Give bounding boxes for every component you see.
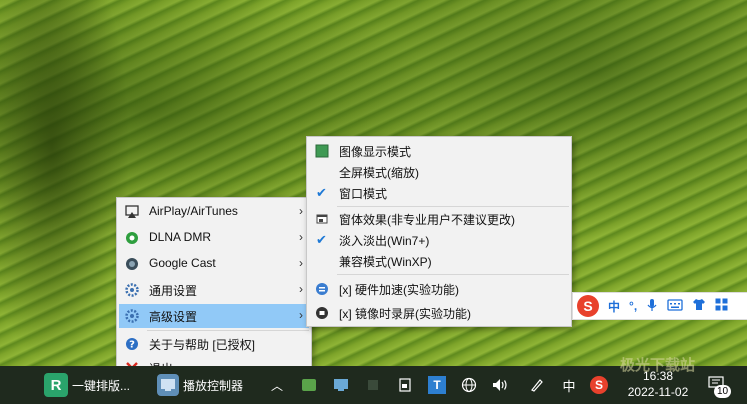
dlna-icon: [124, 230, 139, 245]
window-effect-icon: [314, 211, 329, 226]
tray-app-icon-monitor[interactable]: [332, 376, 350, 394]
taskbar-app-typesetting[interactable]: R 一键排版...: [44, 366, 130, 404]
grid-icon[interactable]: [715, 298, 728, 314]
tray-t-icon[interactable]: T: [428, 376, 446, 394]
tray-app-icon-dim[interactable]: [364, 376, 382, 394]
submenu-item-record-mirror[interactable]: [x] 镜像时录屏(实验功能): [309, 301, 569, 325]
chevron-right-icon: ›: [299, 282, 303, 296]
menu-item-about-help[interactable]: ? 关于与帮助 [已授权]: [119, 332, 309, 356]
tray-app-icon-doc[interactable]: [396, 376, 414, 394]
tray-context-menu: AirPlay/AirTunes › DLNA DMR › Google Cas…: [116, 197, 312, 380]
taskbar-app-label: 播放控制器: [183, 378, 244, 393]
submenu-item-label: 窗口模式: [339, 187, 388, 201]
menu-item-google-cast[interactable]: Google Cast ›: [119, 252, 309, 276]
wallpaper-trees: [0, 0, 130, 366]
checkmark-icon: ✔: [316, 184, 327, 200]
submenu-item-window-mode[interactable]: ✔ 窗口模式: [309, 181, 569, 205]
submenu-item-hardware-accel[interactable]: [x] 硬件加速(实验功能): [309, 277, 569, 301]
menu-item-label: 通用设置: [149, 284, 198, 298]
gear-icon: [124, 282, 139, 297]
ime-toolbar: S 中 °,: [572, 292, 747, 320]
chevron-right-icon: ›: [299, 230, 303, 244]
submenu-item-label: 窗体效果(非专业用户不建议更改): [339, 213, 515, 227]
hardware-accel-icon: [314, 281, 329, 296]
chevron-right-icon: ›: [299, 256, 303, 270]
menu-item-label: Google Cast: [149, 256, 216, 270]
advanced-settings-submenu: 图像显示模式 全屏模式(缩放) ✔ 窗口模式 窗体效果(非专业用户不建议更改) …: [306, 136, 572, 327]
shirt-icon[interactable]: [692, 298, 706, 314]
clock-date: 2022-11-02: [627, 385, 689, 399]
submenu-item-label: 淡入淡出(Win7+): [339, 234, 430, 248]
airplay-icon: [124, 204, 139, 219]
menu-item-label: 关于与帮助 [已授权]: [149, 338, 256, 352]
chevron-right-icon: ›: [299, 308, 303, 322]
advanced-gear-icon: [124, 308, 139, 323]
player-app-icon: [157, 374, 179, 396]
image-mode-icon: [314, 143, 329, 158]
taskbar-app-label: 一键排版...: [72, 378, 131, 393]
help-icon: ?: [124, 336, 139, 351]
svg-text:?: ?: [129, 339, 135, 350]
site-watermark: 极光下载站: [620, 357, 696, 374]
notification-count-badge: 10: [714, 385, 732, 398]
submenu-item-label: 全屏模式(缩放): [339, 166, 419, 180]
mic-icon[interactable]: [646, 298, 658, 315]
menu-item-label: DLNA DMR: [149, 230, 212, 244]
input-language-indicator[interactable]: 中: [560, 376, 578, 394]
chevron-right-icon: ›: [299, 204, 303, 218]
record-icon: [314, 305, 329, 320]
menu-item-label: AirPlay/AirTunes: [149, 204, 238, 218]
menu-item-label: 高级设置: [149, 310, 198, 324]
ime-punct-toggle[interactable]: °,: [629, 299, 637, 313]
menu-item-general-settings[interactable]: 通用设置 ›: [119, 278, 309, 302]
menu-separator: [147, 330, 309, 331]
keyboard-icon[interactable]: [667, 298, 683, 314]
pen-icon[interactable]: [528, 376, 546, 394]
taskbar-app-player-controller[interactable]: 播放控制器: [157, 366, 243, 404]
submenu-item-label: [x] 硬件加速(实验功能): [339, 283, 459, 297]
typesetting-app-icon: R: [44, 373, 68, 397]
menu-item-airplay[interactable]: AirPlay/AirTunes ›: [119, 200, 309, 224]
menu-separator: [337, 274, 569, 275]
chevron-up-icon[interactable]: ︿: [268, 376, 286, 394]
volume-icon[interactable]: [492, 376, 510, 394]
network-globe-icon[interactable]: [460, 376, 478, 394]
tray-app-icon-green[interactable]: [300, 376, 318, 394]
menu-item-advanced-settings[interactable]: 高级设置 ›: [119, 304, 309, 328]
submenu-item-label: 图像显示模式: [339, 145, 412, 159]
submenu-item-label: 兼容模式(WinXP): [339, 255, 432, 269]
checkmark-icon: ✔: [316, 231, 327, 247]
ime-lang-toggle[interactable]: 中: [608, 298, 620, 315]
menu-item-dlna[interactable]: DLNA DMR ›: [119, 226, 309, 250]
cast-icon: [124, 256, 139, 271]
submenu-item-compat-mode[interactable]: 兼容模式(WinXP): [309, 249, 569, 273]
sogou-tray-icon[interactable]: S: [590, 376, 608, 394]
submenu-item-label: [x] 镜像时录屏(实验功能): [339, 307, 471, 321]
sogou-logo-icon[interactable]: S: [577, 295, 599, 317]
